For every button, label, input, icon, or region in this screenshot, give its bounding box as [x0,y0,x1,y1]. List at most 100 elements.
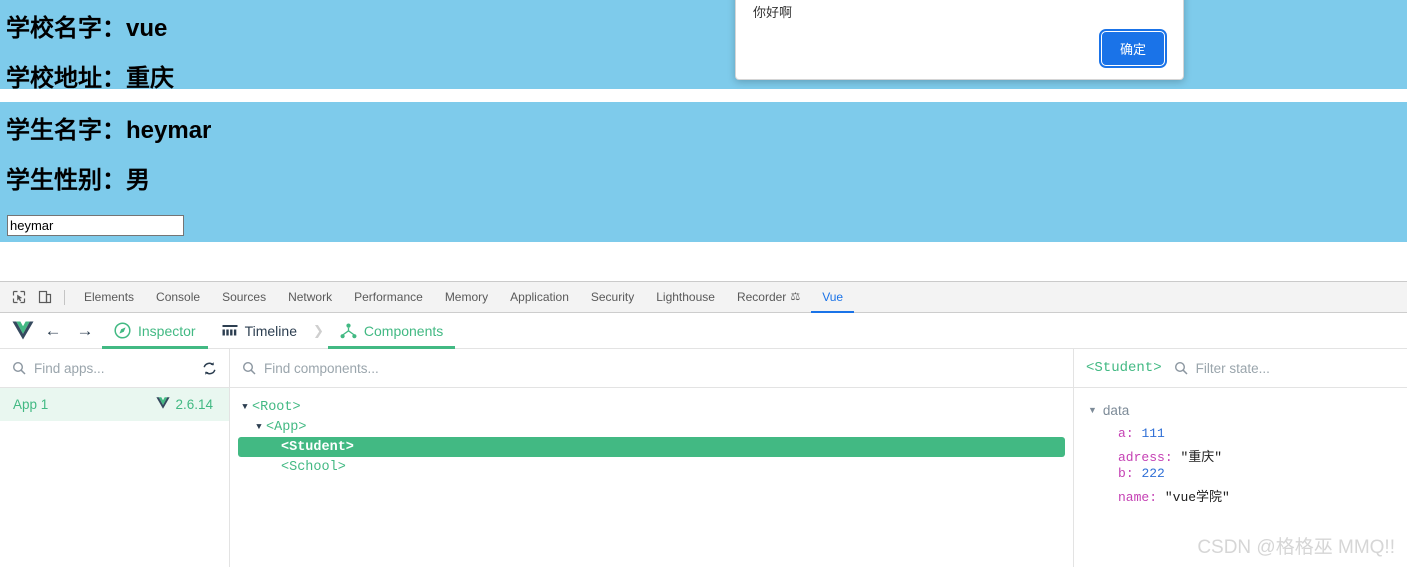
student-sex-label: 学生性别： [6,167,126,194]
filter-state-input[interactable]: Filter state... [1196,361,1395,376]
state-entry-a[interactable]: a: 111 [1118,426,1407,446]
caret-down-icon[interactable]: ▼ [238,402,252,412]
search-icon [12,361,26,375]
find-components-input[interactable]: Find components... [264,361,1061,376]
tab-vue[interactable]: Vue [811,282,854,313]
school-name-value: vue [126,15,168,42]
school-address-label: 学校地址： [6,65,126,92]
state-value-b: 222 [1141,466,1165,481]
state-entry-list: a: 111 adress: "重庆" b: 222 name: "vue学院" [1088,420,1407,506]
tab-console[interactable]: Console [145,282,211,313]
student-sex-value: 男 [126,167,150,194]
find-apps-input[interactable]: Find apps... [34,361,194,376]
student-name-line: 学生名字：heymar [6,110,211,145]
tab-lighthouse[interactable]: Lighthouse [645,282,726,313]
tab-application[interactable]: Application [499,282,580,313]
tab-memory[interactable]: Memory [434,282,499,313]
devtools-tabstrip: Elements Console Sources Network Perform… [0,282,1407,313]
tree-node-root[interactable]: ▼ <Root> [230,397,1073,417]
student-name-value: heymar [126,117,212,144]
state-entry-name[interactable]: name: "vue学院" [1118,486,1407,506]
student-sex-line: 学生性别：男 [6,160,150,195]
school-address-value: 重庆 [126,65,174,92]
tab-security[interactable]: Security [580,282,645,313]
tab-recorder[interactable]: Recorder ⚖ [726,282,811,313]
tab-application-label: Application [510,289,569,304]
state-value-name: "vue学院" [1164,490,1230,505]
alert-ok-button[interactable]: 确定 [1098,29,1168,68]
school-address-line: 学校地址：重庆 [6,58,174,93]
refresh-icon[interactable] [202,361,217,376]
search-icon [1174,361,1188,375]
tab-performance[interactable]: Performance [343,282,434,313]
app-version: 2.6.14 [156,397,213,412]
search-icon [242,361,256,375]
state-entry-adress[interactable]: adress: "重庆" [1118,446,1407,466]
vue-tab-inspector-label: Inspector [138,322,196,339]
apps-column: Find apps... App 1 2.6.14 [0,349,230,567]
tab-console-label: Console [156,289,201,304]
student-name-input[interactable] [7,215,184,236]
tree-node-app-label: <App> [266,419,307,435]
state-group-data[interactable]: ▼ data [1088,400,1407,420]
vue-devtools-toolbar: ← → Inspector Timeline ❯ Components [0,313,1407,349]
nav-back-button[interactable]: ← [38,316,68,346]
tree-node-student[interactable]: <Student> [238,437,1065,457]
tab-performance-label: Performance [354,289,423,304]
inspect-element-icon[interactable] [6,285,32,309]
tab-recorder-label: Recorder [736,289,787,304]
tree-node-root-label: <Root> [252,399,301,415]
chevron-right-icon: ❯ [312,322,324,338]
state-body: ▼ data a: 111 adress: "重庆" b: 222 name: … [1074,388,1407,506]
tab-security-label: Security [590,289,635,304]
tree-node-school-label: <School> [281,459,346,475]
vue-tab-inspector[interactable]: Inspector [102,313,208,349]
tab-network[interactable]: Network [277,282,343,313]
tree-node-school[interactable]: <School> [230,457,1073,477]
alert-dialog: 你好啊 确定 [735,0,1184,80]
state-value-a: 111 [1141,426,1165,441]
state-entry-b[interactable]: b: 222 [1118,466,1407,486]
vue-tab-components[interactable]: Components [328,313,455,349]
toolbar-divider [64,289,65,305]
state-key-name: name [1118,490,1150,505]
device-toolbar-icon[interactable] [32,285,58,309]
state-key-adress: adress [1118,450,1165,465]
app-list-item-app-1[interactable]: App 1 2.6.14 [0,388,229,421]
devtools-panel: Elements Console Sources Network Perform… [0,281,1407,567]
timeline-icon [222,324,238,338]
tab-elements[interactable]: Elements [73,282,145,313]
compass-icon [114,322,131,339]
caret-down-icon[interactable]: ▼ [252,422,266,432]
selected-component-name: <Student> [1086,360,1162,376]
component-tree-column: Find components... ▼ <Root> ▼ <App> <Stu… [230,349,1074,567]
school-name-label: 学校名字： [6,15,126,42]
tab-sources[interactable]: Sources [211,282,277,313]
find-components-header: Find components... [230,349,1073,388]
experimental-flask-icon: ⚖ [790,290,801,303]
state-group-data-label: data [1102,402,1130,418]
find-apps-header: Find apps... [0,349,229,388]
nav-forward-button[interactable]: → [70,316,100,346]
vue-tab-timeline[interactable]: Timeline [210,313,309,349]
vue-devtools-body: Find apps... App 1 2.6.14 Find component… [0,349,1407,567]
state-header: <Student> Filter state... [1074,349,1407,388]
school-name-line: 学校名字：vue [6,8,167,43]
vue-tab-timeline-label: Timeline [244,322,297,339]
state-key-b: b [1118,466,1126,481]
vue-version-logo-icon [156,397,171,412]
components-icon [340,323,357,339]
vue-tab-components-label: Components [363,322,444,339]
school-component-panel [0,0,1407,89]
alert-message: 你好啊 [753,5,793,20]
student-name-label: 学生名字： [6,117,126,144]
state-value-adress: "重庆" [1180,450,1223,465]
caret-down-icon[interactable]: ▼ [1088,405,1097,415]
tab-sources-label: Sources [222,289,267,304]
vue-logo-icon [10,319,36,343]
tree-node-app[interactable]: ▼ <App> [230,417,1073,437]
tab-vue-label: Vue [822,289,844,304]
tab-network-label: Network [288,289,333,304]
component-tree: ▼ <Root> ▼ <App> <Student> <School> [230,388,1073,477]
app-version-label: 2.6.14 [175,397,213,412]
